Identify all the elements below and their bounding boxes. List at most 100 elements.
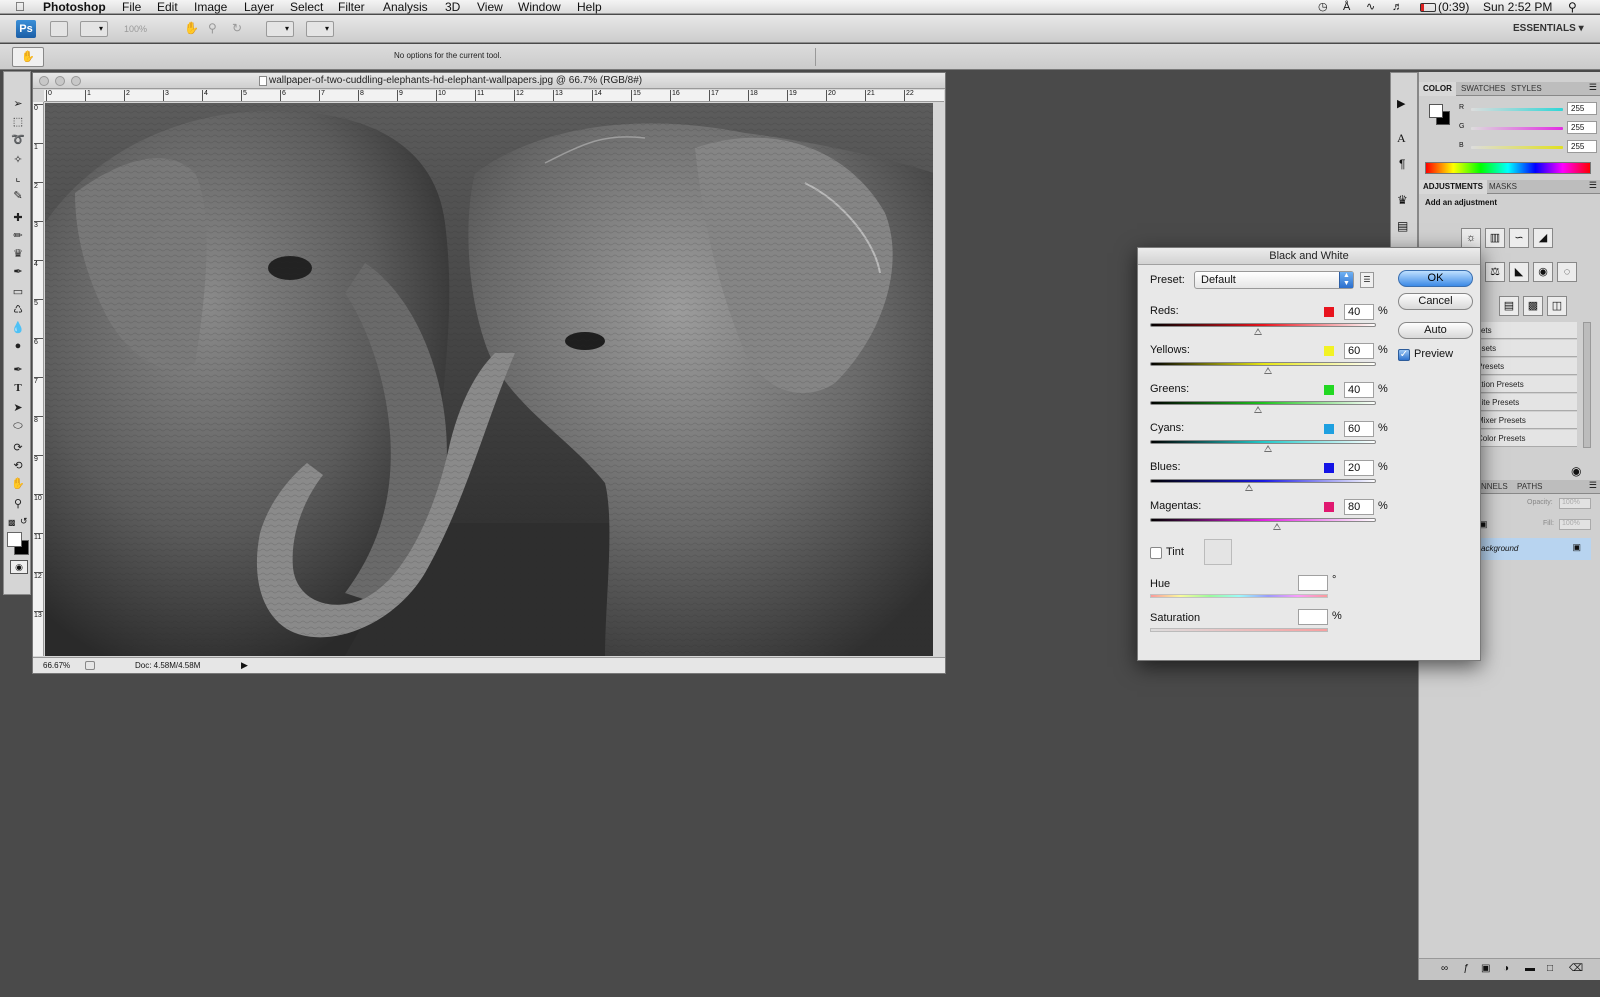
- preset-options-button[interactable]: ☰: [1360, 272, 1374, 288]
- character-panel-icon[interactable]: A: [1397, 131, 1406, 146]
- preset-row[interactable]: sets: [1477, 322, 1577, 339]
- bluetooth-icon[interactable]: Å: [1343, 0, 1350, 14]
- greens-slider[interactable]: [1150, 401, 1376, 405]
- 3d-rotate-tool-icon[interactable]: ⟳: [8, 440, 28, 456]
- menu-file[interactable]: File: [122, 0, 141, 14]
- color-foreground-swatch[interactable]: [1429, 104, 1443, 118]
- preset-row[interactable]: Mixer Presets: [1477, 412, 1577, 429]
- arrange-documents-button[interactable]: ▾: [266, 21, 294, 37]
- blues-slider-thumb[interactable]: [1245, 484, 1254, 491]
- adjustments-footer-icon[interactable]: ◉: [1571, 464, 1581, 478]
- saturation-value[interactable]: [1298, 609, 1328, 625]
- brushes-panel-icon[interactable]: ▤: [1397, 219, 1408, 233]
- channel-mixer-icon[interactable]: ◌: [1557, 262, 1577, 282]
- tab-swatches[interactable]: SWATCHES: [1457, 82, 1509, 96]
- dodge-tool-icon[interactable]: ●: [8, 338, 28, 354]
- opacity-field[interactable]: 100%: [1559, 498, 1591, 509]
- tab-adjustments[interactable]: ADJUSTMENTS: [1419, 180, 1488, 194]
- tab-color[interactable]: COLOR: [1419, 82, 1456, 96]
- cyans-slider-thumb[interactable]: [1263, 445, 1272, 452]
- apple-menu-icon[interactable]: : [15, 0, 25, 14]
- black-white-icon[interactable]: ◣: [1509, 262, 1529, 282]
- brush-tool-icon[interactable]: ✏: [8, 228, 28, 244]
- eraser-tool-icon[interactable]: ▭: [8, 284, 28, 300]
- tint-checkbox[interactable]: [1150, 547, 1162, 559]
- auto-button[interactable]: Auto: [1398, 322, 1473, 339]
- layer-style-icon[interactable]: ƒ: [1463, 963, 1469, 974]
- status-icon[interactable]: [85, 661, 95, 670]
- blues-value[interactable]: 20: [1344, 460, 1374, 476]
- yellows-slider[interactable]: [1150, 362, 1376, 366]
- lasso-tool-icon[interactable]: ➰: [8, 132, 28, 148]
- path-selection-tool-icon[interactable]: ➤: [8, 400, 28, 416]
- marquee-tool-icon[interactable]: ⬚: [8, 114, 28, 130]
- blues-slider[interactable]: [1150, 479, 1376, 483]
- tab-paths[interactable]: PATHS: [1513, 480, 1546, 494]
- menu-view[interactable]: View: [477, 0, 503, 14]
- document-title-bar[interactable]: wallpaper-of-two-cuddling-elephants-hd-e…: [33, 73, 945, 89]
- color-spectrum-bar[interactable]: [1425, 162, 1591, 174]
- zoom-level[interactable]: 100%: [124, 24, 147, 34]
- magentas-value[interactable]: 80: [1344, 499, 1374, 515]
- color-balance-icon[interactable]: ⚖: [1485, 262, 1505, 282]
- menu-filter[interactable]: Filter: [338, 0, 365, 14]
- layer-row-background[interactable]: ackground ▣: [1475, 538, 1591, 560]
- eyedropper-tool-icon[interactable]: ✎: [8, 188, 28, 204]
- menu-image[interactable]: Image: [194, 0, 227, 14]
- menu-layer[interactable]: Layer: [244, 0, 274, 14]
- battery-icon[interactable]: [1420, 3, 1436, 12]
- history-brush-tool-icon[interactable]: ✒: [8, 264, 28, 280]
- photo-filter-icon[interactable]: ◉: [1533, 262, 1553, 282]
- status-zoom[interactable]: 66.67%: [43, 658, 70, 673]
- swap-colors-icon[interactable]: ↺: [20, 516, 28, 527]
- bridge-button[interactable]: [50, 21, 68, 37]
- foreground-color-swatch[interactable]: [7, 532, 22, 547]
- channel-b-slider[interactable]: [1471, 146, 1563, 149]
- curves-icon[interactable]: ∽: [1509, 228, 1529, 248]
- fill-field[interactable]: 100%: [1559, 519, 1591, 530]
- screen-mode-button[interactable]: ▾: [306, 21, 334, 37]
- channel-r-value[interactable]: 255: [1567, 102, 1597, 115]
- wifi-icon[interactable]: ∿: [1366, 0, 1375, 14]
- horizontal-ruler[interactable]: 0 1 2 3 4 5 6 7 8 9 10 11 12 13 14 15 16 17 18 19 20 21 22: [44, 90, 944, 102]
- new-adjustment-layer-icon[interactable]: ◑: [1503, 963, 1509, 974]
- paragraph-panel-icon[interactable]: ¶: [1399, 157, 1405, 171]
- link-layers-icon[interactable]: ∞: [1441, 963, 1448, 974]
- tab-masks[interactable]: MASKS: [1485, 180, 1521, 194]
- delete-layer-icon[interactable]: ⌫: [1569, 963, 1583, 974]
- status-menu-arrow-icon[interactable]: ▶: [241, 658, 248, 673]
- ok-button[interactable]: OK: [1398, 270, 1473, 287]
- channel-g-slider[interactable]: [1471, 127, 1563, 130]
- document-proxy-icon[interactable]: [259, 76, 267, 86]
- menubar-clock[interactable]: Sun 2:52 PM: [1483, 0, 1552, 14]
- zoom-tool-icon[interactable]: ⚲: [8, 496, 28, 512]
- magic-wand-tool-icon[interactable]: ✧: [8, 152, 28, 168]
- saturation-slider[interactable]: [1150, 628, 1328, 632]
- greens-slider-thumb[interactable]: [1254, 406, 1263, 413]
- preset-list-scrollbar[interactable]: [1583, 322, 1591, 448]
- blur-tool-icon[interactable]: 💧: [8, 320, 28, 336]
- menu-help[interactable]: Help: [577, 0, 602, 14]
- workspace-switcher[interactable]: ESSENTIALS ▾: [1513, 23, 1584, 34]
- preset-row[interactable]: Presets: [1477, 358, 1577, 375]
- preset-row[interactable]: Color Presets: [1477, 430, 1577, 447]
- channel-b-value[interactable]: 255: [1567, 140, 1597, 153]
- reds-value[interactable]: 40: [1344, 304, 1374, 320]
- crop-tool-icon[interactable]: ⌞: [8, 170, 28, 186]
- pen-tool-icon[interactable]: ✒: [8, 362, 28, 378]
- hue-slider[interactable]: [1150, 594, 1328, 598]
- shape-tool-icon[interactable]: ⬭: [8, 418, 28, 434]
- channel-r-slider[interactable]: [1471, 108, 1563, 111]
- preset-row[interactable]: ation Presets: [1477, 376, 1577, 393]
- menu-window[interactable]: Window: [518, 0, 561, 14]
- menu-app-name[interactable]: Photoshop: [43, 0, 106, 14]
- magentas-slider-thumb[interactable]: [1272, 523, 1281, 530]
- add-mask-icon[interactable]: ▣: [1481, 963, 1490, 974]
- clone-stamp-tool-icon[interactable]: ♛: [8, 246, 28, 262]
- panel-menu-icon[interactable]: ☰: [1589, 180, 1597, 191]
- magentas-slider[interactable]: [1150, 518, 1376, 522]
- move-tool-icon[interactable]: ➢: [8, 96, 28, 112]
- tint-color-swatch[interactable]: [1204, 539, 1232, 565]
- gradient-map-icon[interactable]: ▩: [1523, 296, 1543, 316]
- vertical-ruler[interactable]: 0 1 2 3 4 5 6 7 8 9 10 11 12 13: [33, 102, 44, 656]
